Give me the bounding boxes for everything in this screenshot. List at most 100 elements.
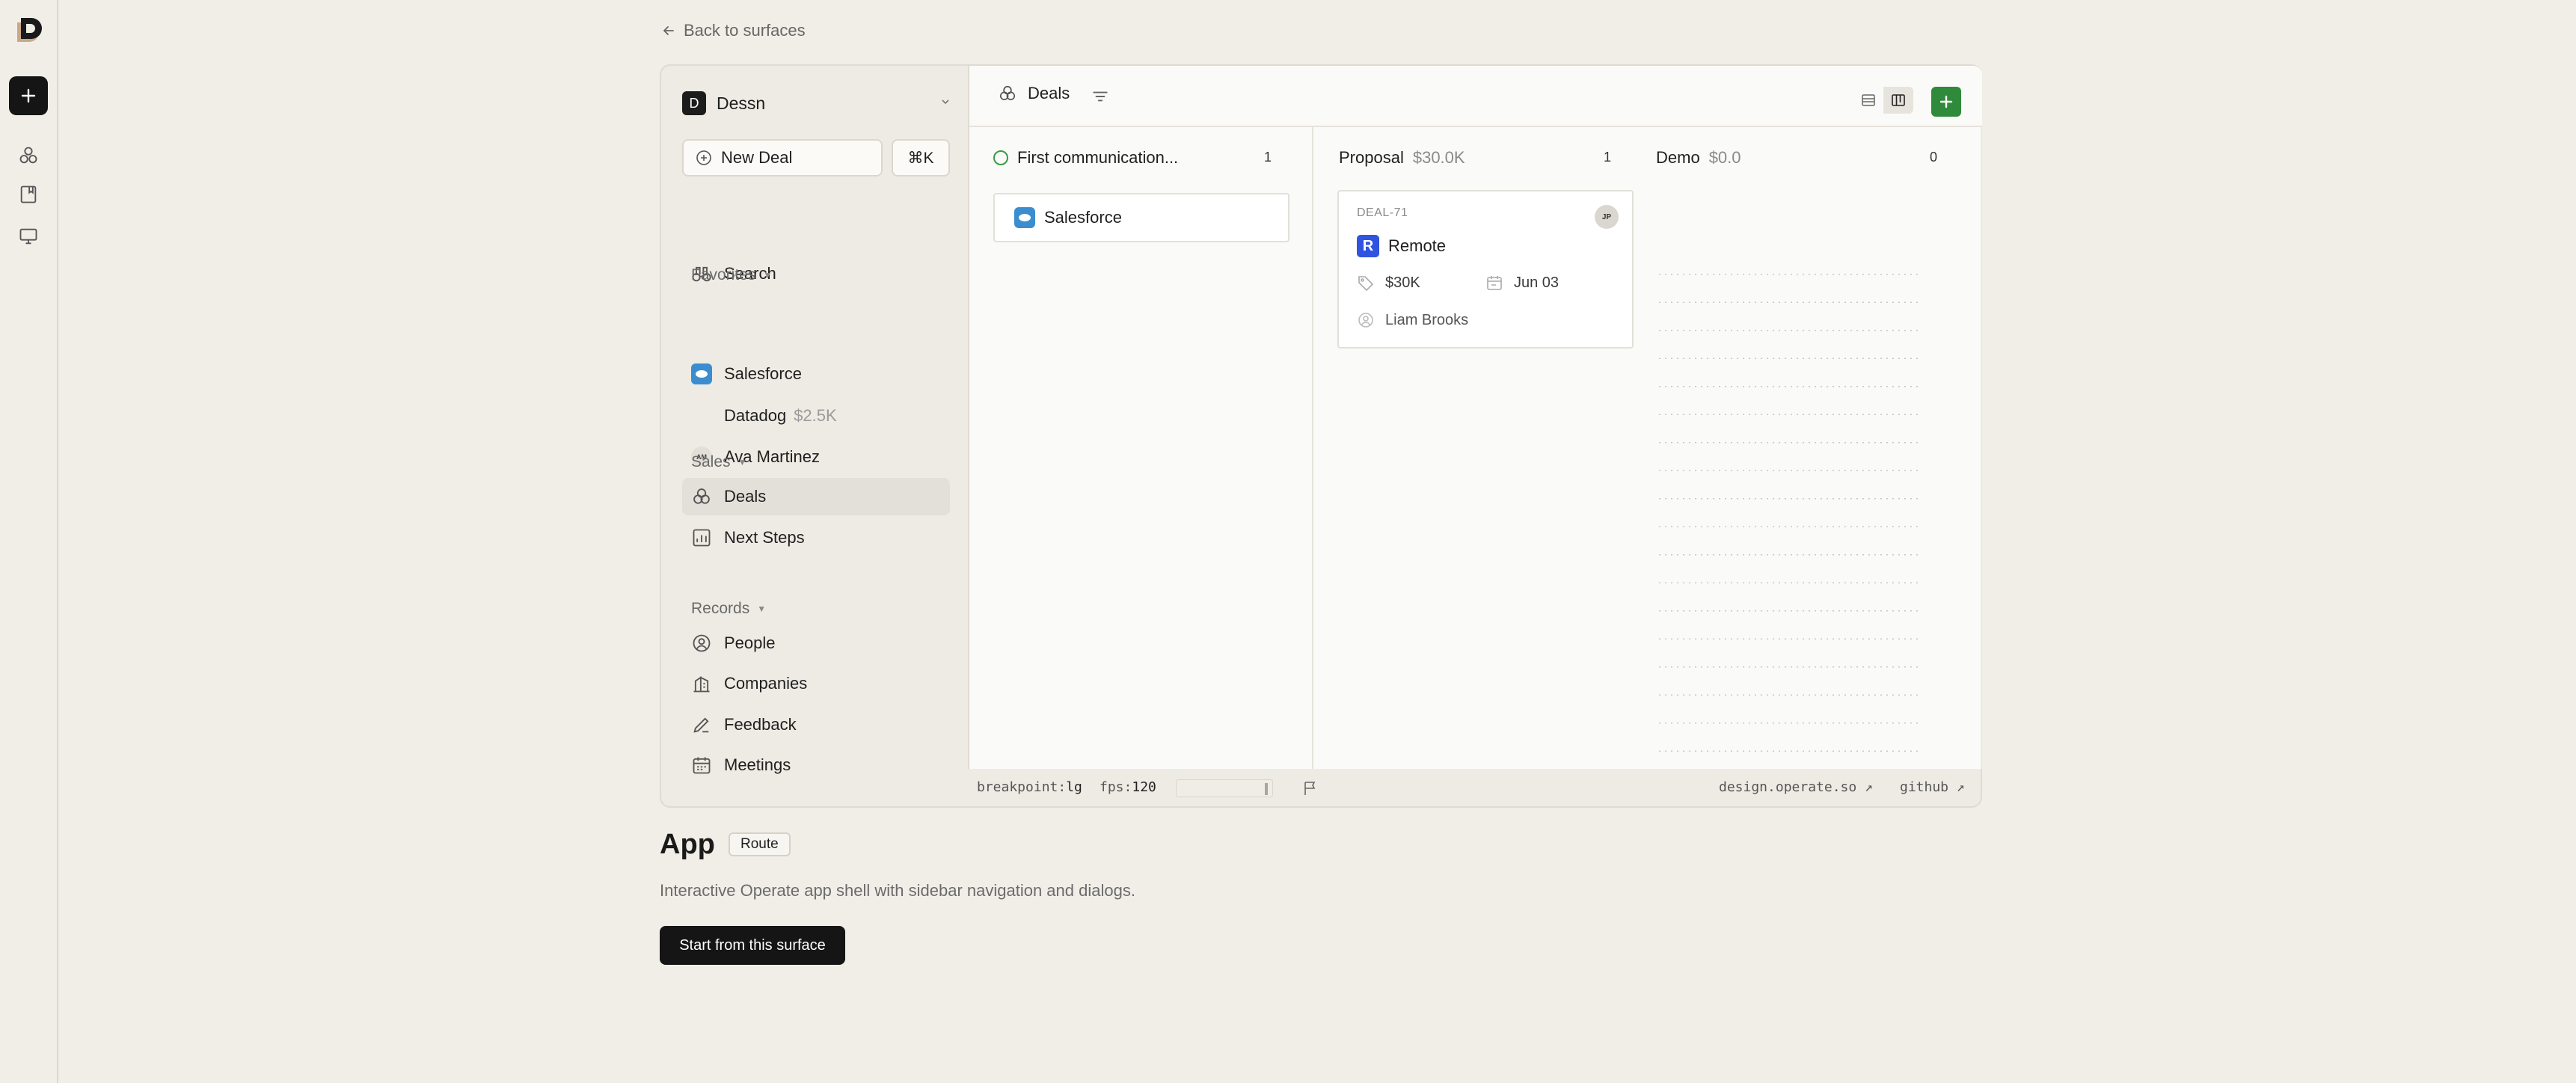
column-name: First communication... — [1017, 148, 1179, 167]
salesforce-logo-icon — [691, 363, 712, 384]
column-amount: $0.0 — [1708, 148, 1741, 167]
owner-avatar[interactable]: JP — [1595, 205, 1619, 229]
new-deal-button[interactable]: New Deal — [682, 139, 883, 177]
favorite-item-datadog[interactable]: Datadog $2.5K — [682, 397, 950, 435]
view-toggle — [1853, 87, 1913, 114]
sidebar-item-companies[interactable]: Companies — [682, 665, 950, 702]
surface-description: Interactive Operate app shell with sideb… — [660, 881, 1135, 900]
column-count: 1 — [1264, 150, 1272, 165]
tag-icon — [1358, 276, 1374, 292]
github-link[interactable]: github ↗ — [1900, 779, 1965, 795]
deals-board: Deals First communication... 1 Salesforc… — [968, 66, 1982, 769]
empty-column-placeholder — [1659, 247, 1921, 769]
caret-down-icon: ▼ — [737, 457, 747, 467]
surface-title: App — [660, 829, 715, 860]
design-link[interactable]: design.operate.so ↗ — [1719, 779, 1873, 795]
sidebar-item-deals[interactable]: Deals — [682, 478, 950, 515]
workspace-switcher[interactable]: D Dessn — [682, 88, 951, 118]
fps-key: fps: — [1100, 779, 1132, 795]
column-name: Proposal — [1339, 148, 1404, 167]
favorite-value: $2.5K — [794, 406, 837, 425]
create-button[interactable] — [9, 76, 48, 115]
book-rail-icon[interactable] — [18, 184, 39, 205]
sidebar-item-label: Companies — [724, 674, 808, 693]
favorites-label: Favorites — [691, 266, 756, 283]
deal-company-name: Remote — [1388, 236, 1447, 255]
column-count: 1 — [1604, 150, 1612, 165]
deal-value: $30K — [1357, 274, 1420, 292]
filter-icon[interactable] — [1091, 87, 1110, 106]
page-title-label: Deals — [1028, 84, 1070, 102]
deal-person-name: Liam Brooks — [1385, 311, 1469, 328]
fps-readout: fps:120 — [1100, 779, 1156, 795]
column-name: Demo — [1656, 148, 1700, 167]
favorites-section-toggle[interactable]: Favorites ▼ — [691, 266, 772, 284]
scrollbar-track[interactable] — [1981, 127, 1982, 769]
list-icon — [1862, 94, 1875, 106]
deals-icon — [999, 85, 1016, 100]
person-circle-icon — [1358, 313, 1373, 328]
column-amount: $30.0K — [1412, 148, 1465, 167]
stage-status-icon — [993, 150, 1008, 165]
plus-circle-icon — [696, 150, 711, 165]
surface-preview-frame: D Dessn New Deal ⌘K Search Favorites ▼ S… — [660, 64, 1982, 808]
flag-icon[interactable] — [1301, 779, 1319, 797]
plus-icon — [1939, 95, 1953, 108]
deal-id: DEAL-71 — [1357, 206, 1408, 219]
start-from-surface-button[interactable]: Start from this surface — [660, 926, 845, 965]
deal-card-salesforce[interactable]: Salesforce — [993, 193, 1289, 242]
kanban-icon — [1892, 94, 1905, 106]
records-label: Records — [691, 600, 750, 617]
sidebar: D Dessn New Deal ⌘K Search Favorites ▼ S… — [661, 66, 968, 806]
card-company: Salesforce — [1044, 208, 1122, 227]
sidebar-item-feedback[interactable]: Feedback — [682, 706, 950, 743]
favorite-item-salesforce[interactable]: Salesforce — [682, 355, 950, 393]
arrow-left-icon — [663, 26, 674, 35]
board-column-proposal: Proposal $30.0K 1 DEAL-71 JP R Remote $3… — [1315, 127, 1634, 769]
column-count: 0 — [1930, 150, 1938, 165]
sidebar-item-label: Deals — [724, 487, 767, 506]
add-deal-button[interactable] — [1931, 87, 1961, 117]
column-header: Demo $0.0 — [1656, 148, 1741, 168]
sales-label: Sales — [691, 453, 731, 470]
building-icon — [693, 676, 710, 693]
board-toolbar: Deals — [969, 66, 1982, 127]
deal-value-text: $30K — [1385, 274, 1420, 291]
deal-company: R Remote — [1357, 235, 1446, 257]
records-section-toggle[interactable]: Records ▼ — [691, 600, 766, 618]
workspace-name: Dessn — [717, 93, 766, 113]
back-link-label: Back to surfaces — [684, 21, 806, 40]
sidebar-item-next-steps[interactable]: Next Steps — [682, 519, 950, 556]
sidebar-item-label: Meetings — [724, 755, 791, 774]
board-column-first-communication: First communication... 1 Salesforce — [969, 127, 1313, 769]
chart-icon — [693, 529, 711, 547]
page-title: Deals — [998, 84, 1070, 103]
logo-icon[interactable] — [13, 15, 43, 45]
plus-icon — [21, 88, 36, 103]
board-column-demo: Demo $0.0 0 — [1632, 127, 1982, 769]
pencil-icon — [693, 717, 709, 733]
favorite-label: Salesforce — [724, 364, 802, 383]
breakpoint-key: breakpoint: — [977, 779, 1067, 795]
route-badge: Route — [729, 832, 791, 856]
new-deal-label: New Deal — [721, 148, 793, 167]
breakpoint-readout: breakpoint:lg — [977, 779, 1082, 795]
sidebar-item-people[interactable]: People — [682, 625, 950, 662]
deals-rail-icon[interactable] — [18, 145, 39, 166]
deal-card-remote[interactable]: DEAL-71 JP R Remote $30K Jun 03 Liam Bro… — [1337, 190, 1634, 349]
remote-logo-icon: R — [1357, 235, 1379, 257]
caret-down-icon: ▼ — [763, 270, 773, 280]
sidebar-item-meetings[interactable]: Meetings — [682, 746, 950, 784]
monitor-rail-icon[interactable] — [18, 226, 39, 247]
deal-date-text: Jun 03 — [1514, 274, 1560, 291]
command-menu-button[interactable]: ⌘K — [892, 139, 950, 177]
list-view-button[interactable] — [1853, 87, 1883, 114]
person-circle-icon — [693, 634, 711, 652]
salesforce-logo-icon — [1014, 207, 1035, 228]
deals-icon — [693, 488, 710, 504]
sidebar-item-label: Feedback — [724, 715, 797, 734]
board-view-button[interactable] — [1883, 87, 1913, 114]
sales-section-toggle[interactable]: Sales ▼ — [691, 453, 746, 471]
dev-status-bar: breakpoint:lg fps:120 design.operate.so … — [968, 769, 1982, 806]
back-to-surfaces-link[interactable]: Back to surfaces — [661, 21, 806, 40]
